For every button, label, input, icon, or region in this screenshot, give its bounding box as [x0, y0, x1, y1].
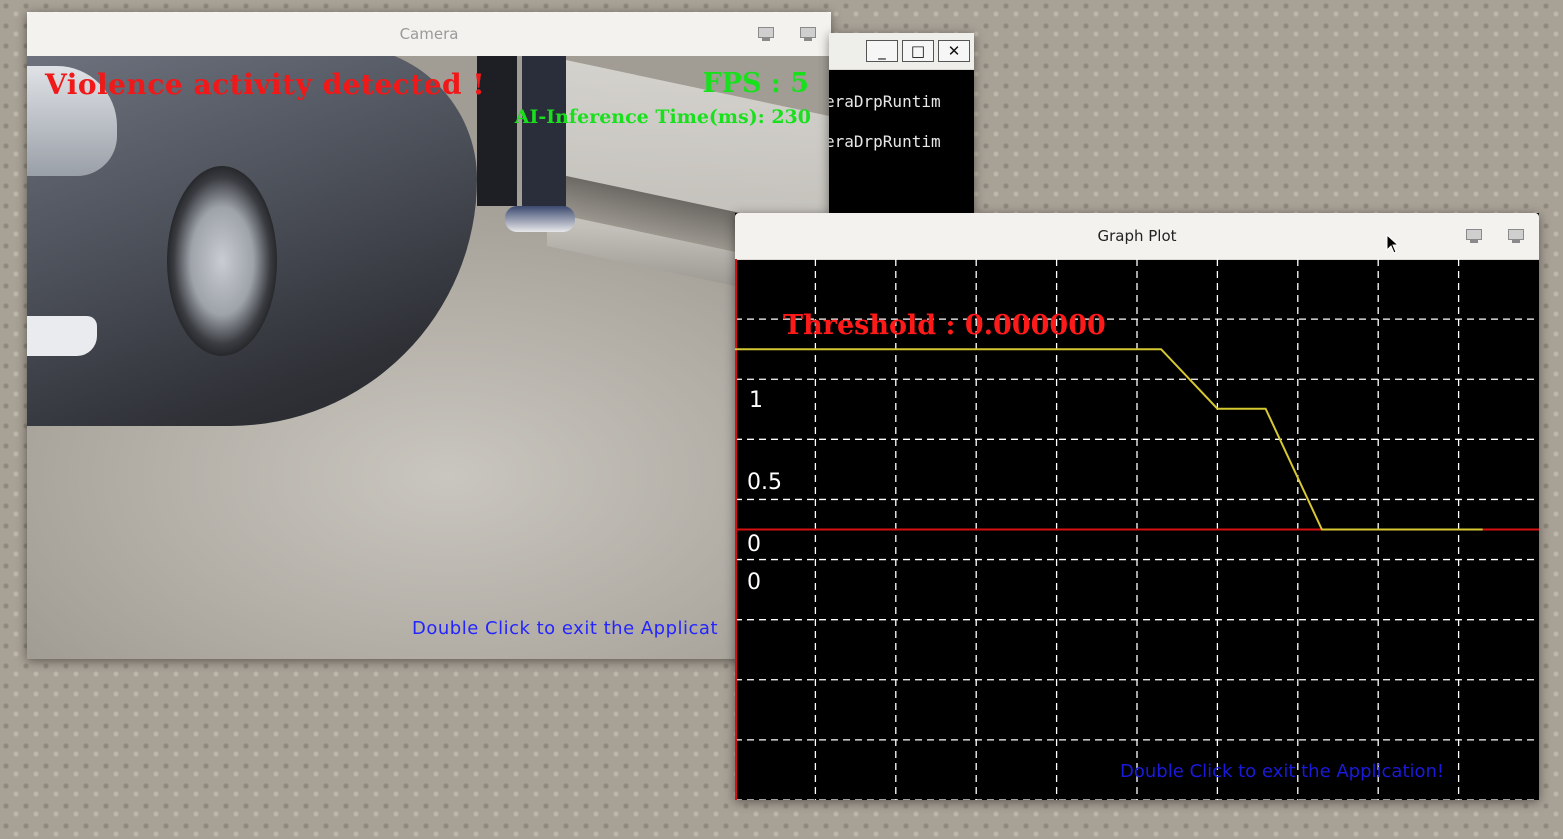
window-menu-icon[interactable] — [1507, 228, 1527, 244]
window-menu-icon[interactable] — [799, 26, 819, 42]
threshold-text: Threshold : 0.000000 — [783, 310, 1106, 341]
window-menu-icon[interactable] — [1465, 228, 1485, 244]
graph-window: Graph Plot Threshold : 0.000000 1 0.5 0 … — [735, 213, 1539, 800]
exit-hint-text[interactable]: Double Click to exit the Applicat — [412, 618, 718, 639]
minimize-button[interactable]: _ — [866, 40, 898, 62]
person-shoe-image-region — [505, 206, 575, 232]
graph-exit-hint[interactable]: Double Click to exit the Application! — [1120, 761, 1444, 782]
terminal-window: _ □ ✕ eraDrpRuntim eraDrpRuntim — [829, 33, 974, 215]
label-half: 0.5 — [747, 470, 782, 495]
car-wheel-region — [167, 166, 277, 356]
label-one: 1 — [749, 388, 763, 413]
label-zero-lower: 0 — [747, 570, 761, 595]
camera-title: Camera — [399, 25, 459, 43]
label-zero-upper: 0 — [747, 532, 761, 557]
fps-text: FPS : 5 — [702, 68, 809, 99]
graph-title: Graph Plot — [1097, 227, 1177, 245]
terminal-output[interactable]: eraDrpRuntim eraDrpRuntim — [829, 70, 974, 215]
person-leg-image-region — [522, 56, 566, 216]
graph-titlebar[interactable]: Graph Plot — [735, 213, 1539, 260]
camera-feed[interactable]: Violence activity detected ! FPS : 5 AI-… — [27, 56, 831, 659]
camera-window: Camera Violence activity detected ! FPS … — [27, 12, 831, 659]
violence-alert-text: Violence activity detected ! — [45, 68, 486, 101]
terminal-line: eraDrpRuntim — [829, 132, 941, 151]
car-bumper-region — [27, 316, 97, 356]
terminal-titlebar[interactable]: _ □ ✕ — [829, 33, 974, 70]
close-button[interactable]: ✕ — [938, 40, 970, 62]
terminal-line: eraDrpRuntim — [829, 92, 941, 111]
window-menu-icon[interactable] — [757, 26, 777, 42]
camera-titlebar[interactable]: Camera — [27, 12, 831, 57]
inference-time-text: AI-Inference Time(ms): 230 — [514, 106, 811, 128]
car-image-region — [27, 56, 477, 426]
graph-plot[interactable]: Threshold : 0.000000 1 0.5 0 0 Double Cl… — [735, 259, 1539, 800]
maximize-button[interactable]: □ — [902, 40, 934, 62]
